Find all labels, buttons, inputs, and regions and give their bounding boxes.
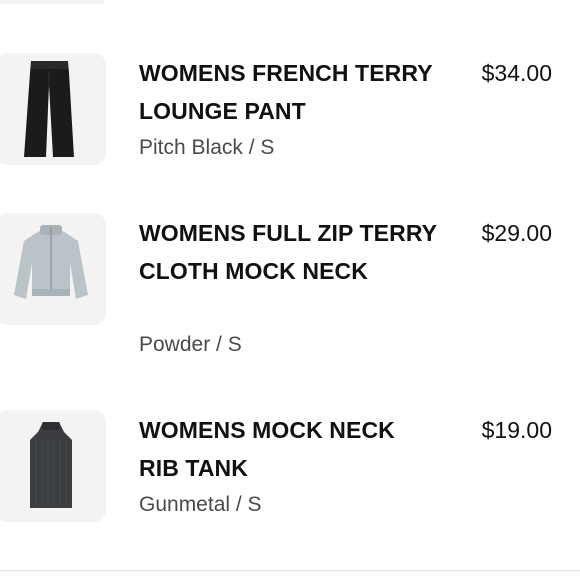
product-price: $19.00	[481, 417, 552, 443]
product-price: $34.00	[481, 60, 552, 86]
powder-full-zip-jacket-icon	[14, 225, 88, 299]
product-variant: Pitch Black / S	[139, 136, 275, 159]
product-name[interactable]: WOMENS FRENCH TERRY LOUNGE PANT	[139, 54, 439, 130]
product-price: $29.00	[481, 220, 552, 246]
divider	[0, 570, 580, 571]
product-thumbnail[interactable]	[0, 53, 106, 165]
product-variant: Gunmetal / S	[139, 493, 262, 516]
previous-item-thumbnail	[0, 0, 106, 4]
product-thumbnail[interactable]	[0, 410, 106, 522]
cart-item-list: WOMENS FRENCH TERRY LOUNGE PANT $34.00 P…	[0, 0, 580, 580]
product-variant: Powder / S	[139, 333, 242, 356]
gunmetal-rib-tank-icon	[30, 422, 72, 508]
product-name[interactable]: WOMENS FULL ZIP TERRY CLOTH MOCK NECK	[139, 214, 439, 290]
product-thumbnail[interactable]	[0, 213, 106, 325]
product-name[interactable]: WOMENS MOCK NECK RIB TANK	[139, 411, 439, 487]
black-lounge-pant-icon	[24, 61, 74, 157]
